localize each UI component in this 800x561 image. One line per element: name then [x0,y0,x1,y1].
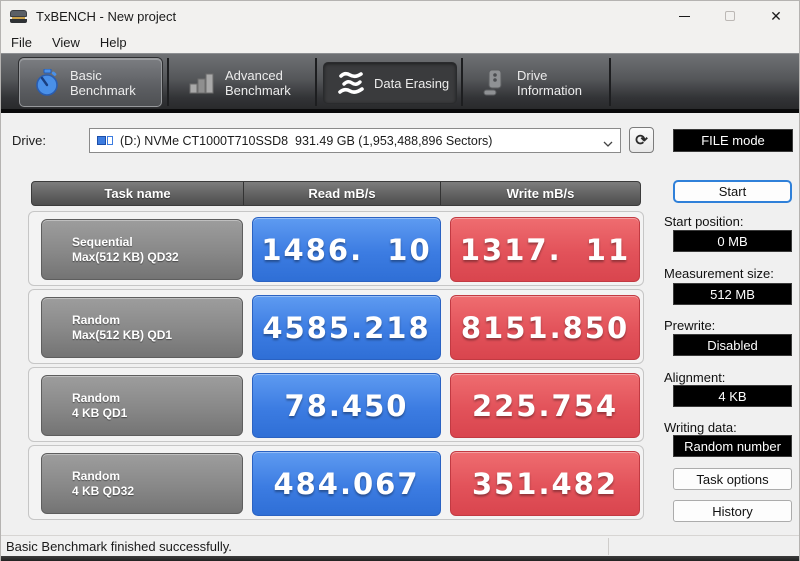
close-icon: ✕ [770,7,782,24]
tab-drive-information[interactable]: Drive Information [467,58,607,107]
writing-data-value: Random number [673,435,792,457]
txbench-window: TxBENCH - New project ✕ File View Help B… [0,0,800,561]
window-title: TxBENCH - New project [36,8,177,24]
refresh-drives-button[interactable]: ⟳ [629,127,654,153]
status-text: Basic Benchmark finished successfully. [6,538,232,554]
write-value: 1317. 11 [450,217,640,282]
taskbar-strip [1,556,799,561]
menu-item-view[interactable]: View [42,33,90,52]
benchmark-row: Random Max(512 KB) QD1 4585.218 8151.850 [28,289,644,364]
file-mode-badge: FILE mode [673,129,793,152]
header-read: Read mB/s [244,182,441,205]
start-position-value: 0 MB [673,230,792,252]
stopwatch-icon [32,68,62,97]
benchmark-row: Random 4 KB QD1 78.450 225.754 [28,367,644,442]
start-button[interactable]: Start [673,180,792,203]
prewrite-value: Disabled [673,334,792,356]
drive-label: Drive: [12,133,46,148]
header-write: Write mB/s [506,186,575,201]
tab-basic-benchmark[interactable]: Basic Benchmark [19,58,162,107]
chevron-down-icon [603,136,613,147]
tab-advanced-benchmark[interactable]: Advanced Benchmark [175,58,313,107]
history-button[interactable]: History [673,500,792,522]
results-table-header: Task name Read mB/s Write mB/s [31,181,641,206]
close-button[interactable]: ✕ [753,1,799,31]
tab-data-erasing[interactable]: Data Erasing [323,62,457,104]
writing-data-label: Writing data: [664,420,737,435]
read-value: 484.067 [252,451,441,516]
task-button[interactable]: Random 4 KB QD1 [41,375,243,436]
tab-basic-label: Basic Benchmark [70,67,136,98]
start-position-label: Start position: [664,214,744,229]
drive-info-icon [479,69,509,97]
app-icon [10,9,28,24]
measurement-size-label: Measurement size: [664,266,774,281]
status-bar-divider [608,538,609,555]
task-button[interactable]: Sequential Max(512 KB) QD32 [41,219,243,280]
drive-select[interactable]: (D:) NVMe CT1000T710SSD8 931.49 GB (1,95… [89,128,621,153]
tab-driveinfo-label: Drive Information [517,67,583,98]
tab-separator [315,58,317,106]
erase-squiggle-icon [336,71,366,95]
write-value: 225.754 [450,373,640,438]
read-value: 4585.218 [252,295,441,360]
write-value: 351.482 [450,451,640,516]
task-button[interactable]: Random Max(512 KB) QD1 [41,297,243,358]
maximize-button[interactable] [707,1,753,31]
tab-separator [609,58,611,106]
prewrite-label: Prewrite: [664,318,716,333]
main-content: Drive: (D:) NVMe CT1000T710SSD8 931.49 G… [1,113,799,535]
drive-selected-value: (D:) NVMe CT1000T710SSD8 931.49 GB (1,95… [120,133,493,148]
benchmark-row: Sequential Max(512 KB) QD32 1486. 10 1317… [28,211,644,286]
maximize-icon [725,11,735,21]
alignment-label: Alignment: [664,370,726,385]
read-value: 1486. 10 [252,217,441,282]
disk-partition-icon [97,135,114,147]
status-bar: Basic Benchmark finished successfully. [1,535,799,556]
minimize-button[interactable] [661,1,707,31]
refresh-icon: ⟳ [635,132,648,149]
alignment-value: 4 KB [673,385,792,407]
read-value: 78.450 [252,373,441,438]
menu-bar: File View Help [1,31,799,53]
menu-item-file[interactable]: File [1,33,42,52]
write-value: 8151.850 [450,295,640,360]
tab-advanced-label: Advanced Benchmark [225,67,291,98]
benchmark-row: Random 4 KB QD32 484.067 351.482 [28,445,644,520]
tab-separator [461,58,463,106]
bar-chart-icon [187,71,217,95]
tab-separator [167,58,169,106]
measurement-size-value: 512 MB [673,283,792,305]
title-bar: TxBENCH - New project ✕ [1,1,799,31]
task-button[interactable]: Random 4 KB QD32 [41,453,243,514]
header-task-name: Task name [32,182,244,205]
task-options-button[interactable]: Task options [673,468,792,490]
tab-erasing-label: Data Erasing [374,75,450,91]
menu-item-help[interactable]: Help [90,33,137,52]
minimize-icon [678,15,690,17]
tab-bar: Basic Benchmark Advanced Benchmark Data … [1,53,799,113]
